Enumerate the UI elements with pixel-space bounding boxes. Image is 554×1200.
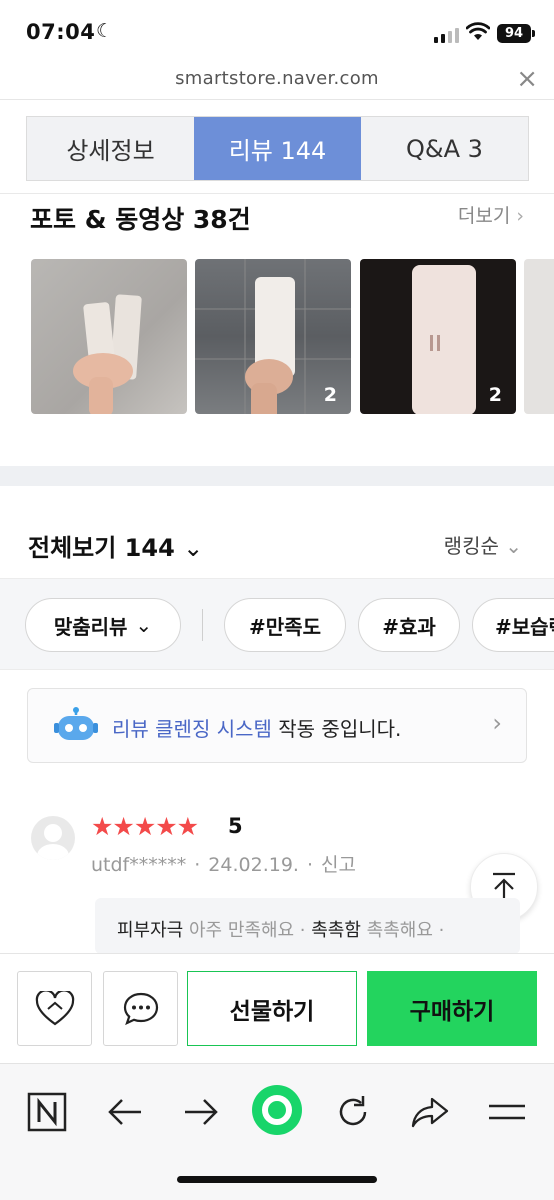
filter-chips-bar[interactable]: 맞춤리뷰 ⌄ #만족도 #효과 #보습력 xyxy=(0,578,554,670)
banner-rest: 작동 중입니다. xyxy=(271,717,402,741)
heart-icon xyxy=(35,990,74,1025)
chat-bubble-icon xyxy=(123,992,158,1025)
star-rating: ★★★★★ xyxy=(91,812,199,841)
product-tabs: 상세정보 리뷰 144 Q&A 3 xyxy=(26,116,529,181)
wifi-icon xyxy=(466,22,490,40)
avatar xyxy=(31,816,75,860)
banner-text: 리뷰 클렌징 시스템 작동 중입니다. xyxy=(112,713,401,742)
status-bar: 07:04 ☾ 94 xyxy=(0,0,554,62)
tab-review[interactable]: 리뷰 144 xyxy=(194,117,361,180)
chevron-down-icon: ⌄ xyxy=(135,613,153,637)
tag-label: 피부자극 xyxy=(117,920,184,941)
section-divider xyxy=(0,466,554,486)
photo-thumb[interactable]: 2 xyxy=(360,259,516,414)
refresh-button[interactable] xyxy=(329,1088,377,1136)
moon-icon: ☾ xyxy=(96,20,114,42)
share-button[interactable] xyxy=(406,1088,454,1136)
close-icon[interactable]: × xyxy=(516,64,538,94)
all-reviews-label: 전체보기 144 xyxy=(28,534,175,562)
forward-button[interactable] xyxy=(177,1088,225,1136)
back-button[interactable] xyxy=(101,1088,149,1136)
separator-dot: · xyxy=(194,854,201,876)
home-indicator xyxy=(177,1176,377,1183)
sort-dropdown[interactable]: 랭킹순 ⌄ xyxy=(444,530,522,559)
signal-icon xyxy=(434,27,460,43)
chip-label: #보습력 xyxy=(495,614,554,639)
url-bar[interactable]: smartstore.naver.com × xyxy=(0,62,554,100)
tab-qna[interactable]: Q&A 3 xyxy=(361,117,528,180)
robot-icon xyxy=(54,707,98,740)
chip-moisture[interactable]: #보습력 xyxy=(472,598,554,652)
green-dot-button[interactable] xyxy=(250,1083,304,1137)
report-link[interactable]: 신고 xyxy=(321,854,356,876)
photo-thumb[interactable]: 2 xyxy=(195,259,351,414)
reviewer-id: utdf****** xyxy=(91,854,187,876)
photo-count: 2 xyxy=(488,384,502,406)
divider xyxy=(0,193,554,194)
chip-separator xyxy=(202,609,203,641)
hand-holding-cream-image xyxy=(73,294,142,414)
all-reviews-dropdown[interactable]: 전체보기 144 ⌄ xyxy=(28,528,203,563)
review-sort-row: 전체보기 144 ⌄ 랭킹순 ⌄ xyxy=(0,520,554,572)
gift-button[interactable]: 선물하기 xyxy=(187,971,357,1046)
photo-section-title: 포토 & 동영상 38건 xyxy=(30,205,251,234)
chevron-down-icon: ⌄ xyxy=(183,534,204,562)
wishlist-button[interactable] xyxy=(17,971,92,1046)
photo-carousel[interactable]: 2 2 xyxy=(31,259,554,414)
arrow-right-icon xyxy=(185,1099,218,1125)
chip-satisfaction[interactable]: #만족도 xyxy=(224,598,346,652)
banner-highlight: 리뷰 클렌징 시스템 xyxy=(112,717,272,741)
talk-button[interactable] xyxy=(103,971,178,1046)
photo-more-link[interactable]: 더보기 › xyxy=(458,201,524,228)
review-cleansing-banner[interactable]: 리뷰 클렌징 시스템 작동 중입니다. › xyxy=(27,688,527,763)
review-tags: 피부자극 아주 만족해요 · 촉촉함 촉촉해요 · xyxy=(95,898,520,954)
refresh-icon xyxy=(339,1096,367,1126)
status-time: 07:04 xyxy=(26,20,96,44)
sort-label: 랭킹순 xyxy=(443,534,499,558)
tag-label: 촉촉함 xyxy=(311,920,361,941)
separator-dot: · xyxy=(306,854,313,876)
tag-value: 촉촉해요 xyxy=(366,920,433,941)
menu-button[interactable] xyxy=(483,1088,531,1136)
battery-icon: 94 xyxy=(497,24,535,43)
review-meta: utdf****** · 24.02.19. · 신고 xyxy=(91,850,356,877)
green-dot-icon xyxy=(252,1085,302,1135)
tab-detail[interactable]: 상세정보 xyxy=(27,117,194,180)
chevron-down-icon: ⌄ xyxy=(498,534,522,558)
chip-label: 맞춤리뷰 xyxy=(53,614,128,639)
review-date: 24.02.19. xyxy=(208,854,299,876)
share-arrow-icon xyxy=(411,1097,449,1128)
rating-score: 5 xyxy=(228,814,243,838)
photo-more-label: 더보기 xyxy=(457,205,511,227)
photo-thumb[interactable] xyxy=(31,259,187,414)
purchase-action-bar: 선물하기 구매하기 xyxy=(0,953,554,1063)
url-text[interactable]: smartstore.naver.com xyxy=(0,68,554,89)
chip-effect[interactable]: #효과 xyxy=(358,598,460,652)
photo-count: 2 xyxy=(323,384,337,406)
buy-button[interactable]: 구매하기 xyxy=(367,971,537,1046)
chevron-right-icon: › xyxy=(492,709,502,737)
chevron-right-icon: › xyxy=(516,205,524,227)
naver-home-button[interactable] xyxy=(23,1088,71,1136)
tag-value: 아주 만족해요 xyxy=(188,920,295,941)
naver-n-icon xyxy=(27,1092,67,1132)
hamburger-menu-icon xyxy=(489,1104,525,1120)
photo-thumb[interactable] xyxy=(524,259,554,414)
chip-custom-review[interactable]: 맞춤리뷰 ⌄ xyxy=(25,598,181,652)
arrow-left-icon xyxy=(108,1099,141,1125)
